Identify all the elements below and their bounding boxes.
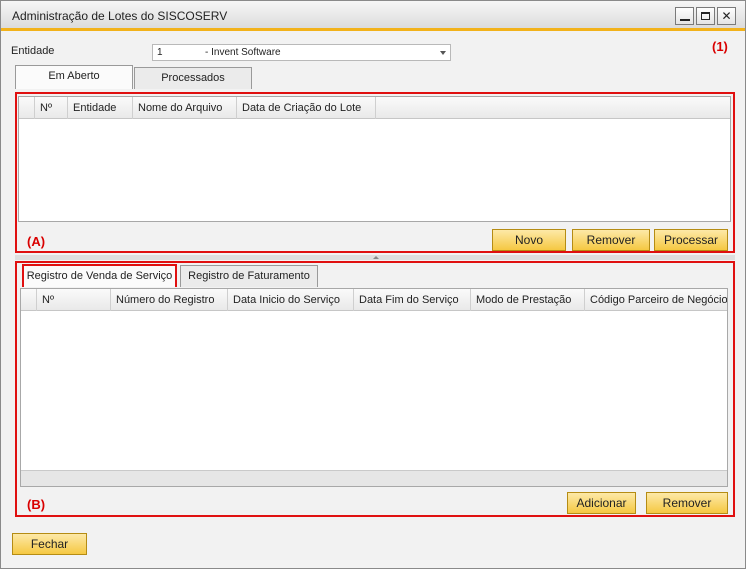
column-header-registry-number[interactable]: Número do Registro bbox=[111, 289, 228, 311]
entity-code: 1 bbox=[157, 47, 163, 58]
marker-b: (B) bbox=[27, 497, 46, 512]
entity-name: - Invent Software bbox=[205, 47, 281, 58]
entity-label: Entidade bbox=[11, 45, 55, 57]
tab-billing-record-label: Registro de Faturamento bbox=[188, 270, 310, 282]
column-header-select[interactable] bbox=[19, 97, 35, 119]
records-table[interactable]: Nº Número do Registro Data Inicio do Ser… bbox=[20, 288, 728, 487]
window-title: Administração de Lotes do SISCOSERV bbox=[12, 9, 228, 23]
maximize-icon bbox=[701, 12, 710, 20]
close-window-button[interactable]: ✕ bbox=[717, 7, 736, 25]
tab-service-sales-record[interactable]: Registro de Venda de Serviço bbox=[22, 264, 177, 287]
process-button[interactable]: Processar bbox=[654, 229, 728, 251]
marker-a: (A) bbox=[27, 234, 46, 249]
marker-1: (1) bbox=[712, 39, 728, 54]
tab-billing-record[interactable]: Registro de Faturamento bbox=[180, 265, 318, 287]
tab-processados-label: Processados bbox=[161, 72, 225, 84]
lot-admin-window: Administração de Lotes do SISCOSERV ✕ (1… bbox=[0, 0, 746, 569]
column-header-select[interactable] bbox=[21, 289, 37, 311]
batches-table[interactable]: Nº Entidade Nome do Arquivo Data de Cria… bbox=[18, 96, 731, 222]
column-header-provision-mode[interactable]: Modo de Prestação bbox=[471, 289, 585, 311]
column-header-number[interactable]: Nº bbox=[35, 97, 68, 119]
column-header-entity[interactable]: Entidade bbox=[68, 97, 133, 119]
new-button[interactable]: Novo bbox=[492, 229, 566, 251]
remove-record-button[interactable]: Remover bbox=[646, 492, 728, 514]
column-header-business-partner-code[interactable]: Código Parceiro de Negócios bbox=[585, 289, 727, 311]
records-table-header: Nº Número do Registro Data Inicio do Ser… bbox=[21, 289, 727, 311]
splitter-arrow-icon[interactable] bbox=[373, 256, 379, 259]
records-horizontal-scrollbar[interactable] bbox=[21, 470, 727, 486]
chevron-down-icon bbox=[440, 51, 446, 55]
tab-em-aberto-label: Em Aberto bbox=[48, 70, 100, 82]
minimize-button[interactable] bbox=[675, 7, 694, 25]
column-header-number[interactable]: Nº bbox=[37, 289, 111, 311]
add-button[interactable]: Adicionar bbox=[567, 492, 636, 514]
minimize-icon bbox=[679, 19, 690, 21]
maximize-button[interactable] bbox=[696, 7, 715, 25]
column-header-file-name[interactable]: Nome do Arquivo bbox=[133, 97, 237, 119]
title-bar[interactable]: Administração de Lotes do SISCOSERV ✕ bbox=[1, 1, 745, 31]
column-header-creation-date[interactable]: Data de Criação do Lote bbox=[237, 97, 376, 119]
tab-processados[interactable]: Processados bbox=[134, 67, 252, 89]
batches-table-header: Nº Entidade Nome do Arquivo Data de Cria… bbox=[19, 97, 730, 119]
tab-em-aberto[interactable]: Em Aberto bbox=[15, 65, 133, 89]
remove-batch-button[interactable]: Remover bbox=[572, 229, 650, 251]
close-icon: ✕ bbox=[721, 9, 732, 23]
column-header-service-start-date[interactable]: Data Inicio do Serviço bbox=[228, 289, 354, 311]
column-header-service-end-date[interactable]: Data Fim do Serviço bbox=[354, 289, 471, 311]
tab-service-sales-record-label: Registro de Venda de Serviço bbox=[26, 270, 173, 282]
entity-select[interactable]: 1 - Invent Software bbox=[152, 44, 451, 61]
close-button[interactable]: Fechar bbox=[12, 533, 87, 555]
